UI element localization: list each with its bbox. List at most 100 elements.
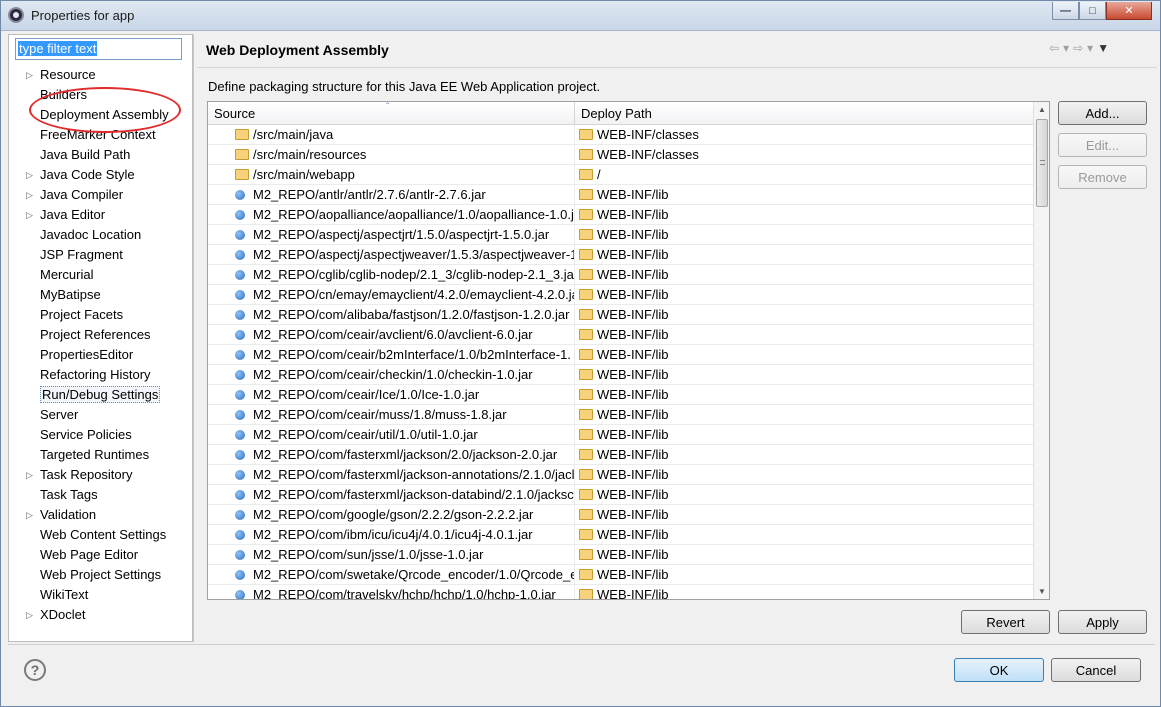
nav-item-server[interactable]: Server [9, 405, 192, 425]
edit-button[interactable]: Edit... [1058, 133, 1147, 157]
deploy-path: WEB-INF/lib [597, 447, 669, 462]
folder-icon [579, 349, 593, 361]
expand-arrow-icon[interactable]: ▷ [26, 205, 33, 225]
expand-arrow-icon[interactable]: ▷ [26, 165, 33, 185]
table-row[interactable]: M2_REPO/com/ceair/b2mInterface/1.0/b2mIn… [208, 345, 1034, 365]
table-row[interactable]: M2_REPO/com/ibm/icu/icu4j/4.0.1/icu4j-4.… [208, 525, 1034, 545]
nav-item-project-facets[interactable]: Project Facets [9, 305, 192, 325]
table-row[interactable]: M2_REPO/com/sun/jsse/1.0/jsse-1.0.jar WEB… [208, 545, 1034, 565]
nav-item-web-content-settings[interactable]: Web Content Settings [9, 525, 192, 545]
pane-divider[interactable] [193, 34, 194, 642]
table-row[interactable]: M2_REPO/com/google/gson/2.2.2/gson-2.2.2… [208, 505, 1034, 525]
table-row[interactable]: M2_REPO/aspectj/aspectjrt/1.5.0/aspectjr… [208, 225, 1034, 245]
expand-arrow-icon[interactable]: ▷ [26, 505, 33, 525]
column-header-deploy-path[interactable]: Deploy Path [575, 102, 1034, 125]
source-cell: M2_REPO/com/ceair/util/1.0/util-1.0.jar [208, 425, 575, 445]
title-bar[interactable]: Properties for app — □ ✕ [1, 1, 1160, 31]
expand-arrow-icon[interactable]: ▷ [26, 65, 33, 85]
apply-button[interactable]: Apply [1058, 610, 1147, 634]
nav-item-task-tags[interactable]: Task Tags [9, 485, 192, 505]
deploy-path: WEB-INF/lib [597, 247, 669, 262]
back-dropdown-icon[interactable]: ▾ [1063, 41, 1069, 55]
nav-item-wikitext[interactable]: WikiText [9, 585, 192, 605]
table-row[interactable]: M2_REPO/com/ceair/util/1.0/util-1.0.jar W… [208, 425, 1034, 445]
table-row[interactable]: M2_REPO/com/fasterxml/jackson/2.0/jackso… [208, 445, 1034, 465]
column-header-source[interactable]: Source ˆ [208, 102, 575, 125]
nav-item-java-build-path[interactable]: Java Build Path [9, 145, 192, 165]
table-row[interactable]: M2_REPO/aopalliance/aopalliance/1.0/aopa… [208, 205, 1034, 225]
forward-dropdown-icon[interactable]: ▾ [1087, 41, 1093, 55]
table-row[interactable]: M2_REPO/com/alibaba/fastjson/1.2.0/fastj… [208, 305, 1034, 325]
table-row[interactable]: M2_REPO/com/travelsky/hchp/hchp/1.0/hchp… [208, 585, 1034, 599]
source-path: M2_REPO/com/swetake/Qrcode_encoder/1.0/Q… [253, 567, 575, 582]
table-row[interactable]: /src/main/resources WEB-INF/classes [208, 145, 1034, 165]
nav-item-web-project-settings[interactable]: Web Project Settings [9, 565, 192, 585]
table-row[interactable]: M2_REPO/cn/emay/emayclient/4.2.0/emaycli… [208, 285, 1034, 305]
add-button[interactable]: Add... [1058, 101, 1147, 125]
revert-button[interactable]: Revert [961, 610, 1050, 634]
nav-item-java-editor[interactable]: ▷ Java Editor [9, 205, 192, 225]
nav-item-refactoring-history[interactable]: Refactoring History [9, 365, 192, 385]
nav-item-java-compiler[interactable]: ▷ Java Compiler [9, 185, 192, 205]
nav-item-validation[interactable]: ▷ Validation [9, 505, 192, 525]
deploy-cell: WEB-INF/lib [575, 385, 1034, 405]
table-row[interactable]: M2_REPO/antlr/antlr/2.7.6/antlr-2.7.6.ja… [208, 185, 1034, 205]
ok-button[interactable]: OK [954, 658, 1044, 682]
expand-arrow-icon[interactable]: ▷ [26, 605, 33, 625]
view-menu-icon[interactable]: ▼ [1097, 41, 1109, 55]
minimize-button[interactable]: — [1052, 2, 1079, 20]
table-row[interactable]: M2_REPO/com/swetake/Qrcode_encoder/1.0/Q… [208, 565, 1034, 585]
nav-item-jsp-fragment[interactable]: JSP Fragment [9, 245, 192, 265]
table-row[interactable]: /src/main/java WEB-INF/classes [208, 125, 1034, 145]
scroll-thumb[interactable] [1036, 119, 1048, 207]
nav-item-mercurial[interactable]: Mercurial [9, 265, 192, 285]
deploy-cell: WEB-INF/classes [575, 125, 1034, 145]
forward-arrow-icon[interactable]: ⇨ [1073, 41, 1083, 55]
maximize-button[interactable]: □ [1079, 2, 1106, 20]
deploy-cell: WEB-INF/lib [575, 285, 1034, 305]
deploy-cell: WEB-INF/lib [575, 405, 1034, 425]
table-row[interactable]: M2_REPO/com/ceair/avclient/6.0/avclient-… [208, 325, 1034, 345]
table-row[interactable]: M2_REPO/com/ceair/checkin/1.0/checkin-1.… [208, 365, 1034, 385]
nav-item-propertieseditor[interactable]: PropertiesEditor [9, 345, 192, 365]
nav-item-resource[interactable]: ▷ Resource [9, 65, 192, 85]
nav-item-java-code-style[interactable]: ▷ Java Code Style [9, 165, 192, 185]
folder-icon [579, 369, 593, 381]
source-path: M2_REPO/aspectj/aspectjweaver/1.5.3/aspe… [253, 247, 575, 262]
table-row[interactable]: M2_REPO/com/fasterxml/jackson-databind/2… [208, 485, 1034, 505]
filter-input[interactable]: type filter text [15, 38, 182, 60]
nav-item-label: Web Project Settings [40, 567, 162, 582]
remove-button[interactable]: Remove [1058, 165, 1147, 189]
nav-item-mybatipse[interactable]: MyBatipse [9, 285, 192, 305]
nav-item-task-repository[interactable]: ▷ Task Repository [9, 465, 192, 485]
help-icon[interactable]: ? [24, 659, 46, 681]
close-button[interactable]: ✕ [1106, 2, 1152, 20]
nav-item-project-references[interactable]: Project References [9, 325, 192, 345]
scroll-down-icon[interactable]: ▼ [1038, 587, 1046, 596]
table-row[interactable]: M2_REPO/aspectj/aspectjweaver/1.5.3/aspe… [208, 245, 1034, 265]
back-arrow-icon[interactable]: ⇦ [1049, 41, 1059, 55]
nav-item-label: Web Content Settings [40, 527, 167, 542]
vertical-scrollbar[interactable]: ▲ ▼ [1033, 102, 1049, 599]
nav-item-label: Java Compiler [40, 187, 124, 202]
nav-item-label: Targeted Runtimes [40, 447, 150, 462]
table-row[interactable]: M2_REPO/com/ceair/muss/1.8/muss-1.8.jar W… [208, 405, 1034, 425]
table-row[interactable]: M2_REPO/com/fasterxml/jackson-annotation… [208, 465, 1034, 485]
nav-item-run-debug-settings[interactable]: Run/Debug Settings [9, 385, 192, 405]
table-row[interactable]: M2_REPO/cglib/cglib-nodep/2.1_3/cglib-no… [208, 265, 1034, 285]
cancel-button[interactable]: Cancel [1051, 658, 1141, 682]
table-row[interactable]: /src/main/webapp / [208, 165, 1034, 185]
nav-item-service-policies[interactable]: Service Policies [9, 425, 192, 445]
expand-arrow-icon[interactable]: ▷ [26, 185, 33, 205]
nav-item-label: MyBatipse [40, 287, 101, 302]
deploy-path: WEB-INF/lib [597, 467, 669, 482]
expand-arrow-icon[interactable]: ▷ [26, 465, 33, 485]
nav-item-label: Server [40, 407, 79, 422]
nav-item-web-page-editor[interactable]: Web Page Editor [9, 545, 192, 565]
nav-item-javadoc-location[interactable]: Javadoc Location [9, 225, 192, 245]
table-row[interactable]: M2_REPO/com/ceair/Ice/1.0/Ice-1.0.jar WEB… [208, 385, 1034, 405]
column-deploy-label: Deploy Path [581, 106, 652, 121]
nav-item-targeted-runtimes[interactable]: Targeted Runtimes [9, 445, 192, 465]
scroll-up-icon[interactable]: ▲ [1038, 105, 1046, 114]
nav-item-xdoclet[interactable]: ▷ XDoclet [9, 605, 192, 625]
